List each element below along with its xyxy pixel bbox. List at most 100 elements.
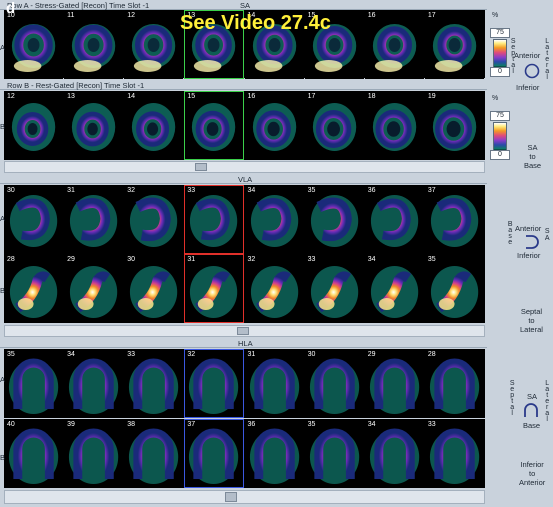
colorscale-max-b[interactable]: 75: [490, 111, 510, 121]
hla-row-a: 35 34 33 32 31 30 29 28: [4, 349, 485, 418]
video-overlay-text: See Video 27.4c: [180, 12, 331, 34]
slice-thumbnail[interactable]: 40: [4, 419, 64, 488]
slice-image: [8, 428, 59, 484]
slice-number: 32: [247, 256, 256, 263]
slice-image: [309, 358, 359, 414]
slice-image: [430, 195, 479, 247]
slice-number: 35: [427, 256, 436, 263]
slice-number: 36: [247, 421, 256, 428]
slice-thumbnail[interactable]: 33: [184, 185, 244, 254]
vla-scroll-thumb[interactable]: [237, 327, 249, 335]
slice-thumbnail[interactable]: 30: [304, 349, 364, 418]
slice-image: [250, 195, 298, 247]
slice-thumbnail[interactable]: 34: [64, 349, 124, 418]
colorscale-min-b[interactable]: 0: [490, 150, 510, 160]
sa-title: SA: [240, 1, 251, 10]
slice-thumbnail[interactable]: 37: [424, 185, 484, 254]
slice-thumbnail[interactable]: 35: [304, 419, 364, 488]
slice-thumbnail[interactable]: 17: [424, 10, 484, 79]
slice-thumbnail[interactable]: 32: [184, 349, 244, 418]
sa-scroll-thumb[interactable]: [195, 163, 207, 171]
slice-thumbnail[interactable]: 35: [424, 254, 484, 323]
slice-thumbnail[interactable]: 39: [64, 419, 124, 488]
slice-thumbnail[interactable]: 17: [304, 91, 364, 160]
colorscale-min-a[interactable]: 0: [490, 67, 510, 77]
slice-thumbnail[interactable]: 29: [364, 349, 424, 418]
slice-thumbnail[interactable]: 35: [304, 185, 364, 254]
slice-thumbnail[interactable]: 37: [184, 419, 244, 488]
slice-number: 28: [7, 256, 15, 263]
hla-row-b-label: B: [0, 453, 6, 462]
slice-number: 33: [427, 421, 436, 428]
slice-thumbnail[interactable]: 12: [124, 10, 184, 79]
slice-number: 30: [307, 351, 316, 358]
slice-number: 17: [427, 12, 436, 19]
slice-number: 29: [367, 351, 376, 358]
sa-scrollbar[interactable]: [4, 161, 485, 173]
slice-thumbnail[interactable]: 33: [424, 419, 484, 488]
slice-image: [69, 358, 119, 414]
slice-thumbnail[interactable]: 31: [64, 185, 124, 254]
slice-thumbnail[interactable]: 14: [124, 91, 184, 160]
slice-number: 35: [7, 351, 15, 358]
sa-header: Row A - Stress-Gated [Recon] Time Slot -…: [0, 0, 487, 10]
slice-image: [11, 103, 56, 151]
slice-thumbnail[interactable]: 30: [4, 185, 64, 254]
vla-scrollbar[interactable]: [4, 325, 485, 337]
slice-number: 16: [247, 93, 256, 100]
figure-label: d: [6, 0, 16, 17]
sa-row-b: 12 13 14 15 16 17 18 19: [4, 91, 485, 160]
slice-thumbnail[interactable]: 16: [364, 10, 424, 79]
sa-row-b-label: B: [0, 122, 6, 131]
slice-thumbnail[interactable]: 29: [64, 254, 124, 323]
slice-image: [250, 266, 298, 318]
sa-inferior-label: Inferior: [516, 83, 540, 92]
slice-number: 33: [307, 256, 316, 263]
slice-image: [70, 195, 118, 247]
hla-scrollbar[interactable]: [4, 490, 485, 504]
colorscale-max-a[interactable]: 75: [490, 28, 510, 38]
slice-number: 34: [67, 351, 75, 358]
slice-thumbnail[interactable]: 33: [124, 349, 184, 418]
slice-thumbnail[interactable]: 34: [244, 185, 304, 254]
slice-thumbnail[interactable]: 12: [4, 91, 64, 160]
slice-thumbnail[interactable]: 36: [244, 419, 304, 488]
slice-number: 30: [127, 256, 136, 263]
orientation-sidebar: % 75 0 Septal Lateral Anterior Inferior …: [487, 0, 553, 507]
slice-thumbnail[interactable]: 32: [244, 254, 304, 323]
colorscale-bar-a: [493, 39, 507, 69]
slice-thumbnail[interactable]: 11: [64, 10, 124, 79]
slice-thumbnail[interactable]: 28: [4, 254, 64, 323]
slice-image: [70, 266, 118, 318]
slice-thumbnail[interactable]: 36: [364, 185, 424, 254]
slice-number: 38: [127, 421, 136, 428]
vla-sa-vertical: SA: [543, 228, 551, 244]
slice-thumbnail[interactable]: 10: [4, 10, 64, 79]
vla-row-a-label: A: [0, 214, 6, 223]
slice-image: [189, 428, 239, 484]
slice-image: [310, 195, 358, 247]
slice-thumbnail[interactable]: 18: [364, 91, 424, 160]
slice-thumbnail[interactable]: 32: [124, 185, 184, 254]
vla-septal-to-lateral-label: Septal to Lateral: [520, 307, 543, 334]
slice-thumbnail[interactable]: 13: [64, 91, 124, 160]
slice-thumbnail[interactable]: 19: [424, 91, 484, 160]
slice-image: [9, 266, 58, 318]
slice-thumbnail[interactable]: 16: [244, 91, 304, 160]
slice-thumbnail[interactable]: 15: [184, 91, 244, 160]
slice-thumbnail[interactable]: 31: [184, 254, 244, 323]
slice-number: 12: [127, 12, 136, 19]
slice-thumbnail[interactable]: 35: [4, 349, 64, 418]
slice-thumbnail[interactable]: 38: [124, 419, 184, 488]
slice-number: 37: [427, 187, 436, 194]
slice-thumbnail[interactable]: 28: [424, 349, 484, 418]
circle-ring-icon: [524, 63, 540, 79]
hla-scroll-thumb[interactable]: [225, 492, 237, 502]
slice-thumbnail[interactable]: 30: [124, 254, 184, 323]
slice-number: 16: [367, 12, 376, 19]
slice-thumbnail[interactable]: 34: [364, 254, 424, 323]
slice-thumbnail[interactable]: 31: [244, 349, 304, 418]
slice-thumbnail[interactable]: 34: [364, 419, 424, 488]
slice-image: [69, 428, 119, 484]
slice-thumbnail[interactable]: 33: [304, 254, 364, 323]
